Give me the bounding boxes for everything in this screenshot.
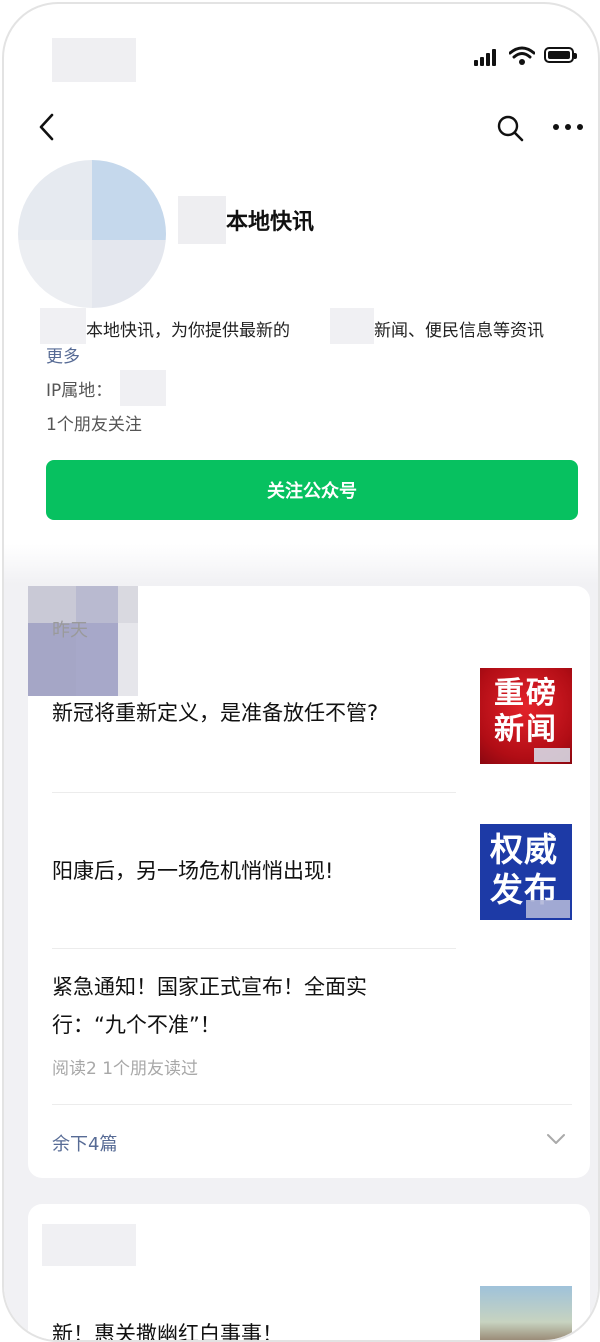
article-title[interactable]: 新！惠关撒幽红白事事！ [52,1318,283,1340]
ip-location-blurred [120,370,166,406]
follow-button[interactable]: 关注公众号 [46,460,578,520]
signal-icon [474,48,500,66]
battery-icon [544,47,577,63]
article-title[interactable]: 新冠将重新定义，是准备放任不管? [52,694,442,732]
article-thumbnail[interactable]: 重磅新闻 [480,668,572,764]
friends-following: 1个朋友关注 [46,415,142,435]
more-link[interactable]: 更多 [46,342,80,367]
article-title[interactable]: 紧急通知！国家正式宣布！全面实行：“九个不准”！ [52,968,432,1044]
name-prefix-blurred [178,196,226,244]
next-article-card[interactable]: 新！惠关撒幽红白事事！ [28,1204,590,1340]
back-icon[interactable] [32,112,62,142]
status-time-blurred [52,38,136,82]
chevron-down-icon[interactable] [546,1132,566,1146]
article-title[interactable]: 阳康后，另一场危机悄悄出现! [52,852,442,890]
desc-blurred-1 [40,308,86,344]
article-meta: 阅读2 1个朋友读过 [52,1059,199,1079]
watermark-blurred [526,900,570,918]
thumbnail-text: 权威发布 [490,830,558,909]
more-icon[interactable] [552,122,584,132]
desc-blurred-2 [330,308,374,344]
watermark-blurred [534,748,570,762]
article-thumbnail[interactable] [480,1286,572,1340]
article-card: 昨天 新冠将重新定义，是准备放任不管? 重磅新闻 阳康后，另一场危机悄悄出现! … [28,586,590,1178]
avatar[interactable] [18,160,166,308]
article-thumbnail[interactable]: 权威发布 [480,824,572,920]
account-name: 本地快讯 [226,210,315,235]
search-icon[interactable] [494,112,526,144]
date-blurred [42,1224,136,1266]
remaining-articles-link[interactable]: 余下4篇 [52,1130,117,1156]
account-description-1: 本地快讯，为你提供最新的 [86,321,290,341]
account-description-2: 新闻、便民信息等资讯 [374,321,544,341]
thumbnail-text: 重磅新闻 [494,676,558,747]
article-item[interactable]: 新冠将重新定义，是准备放任不管? 重磅新闻 [28,586,590,786]
wifi-icon [509,46,535,65]
ip-location-label: IP属地： [46,381,113,401]
phone-frame: 本地快讯 本地快讯，为你提供最新的 新闻、便民信息等资讯 更多 IP属地： 1个… [2,2,600,1342]
divider [52,1104,572,1105]
